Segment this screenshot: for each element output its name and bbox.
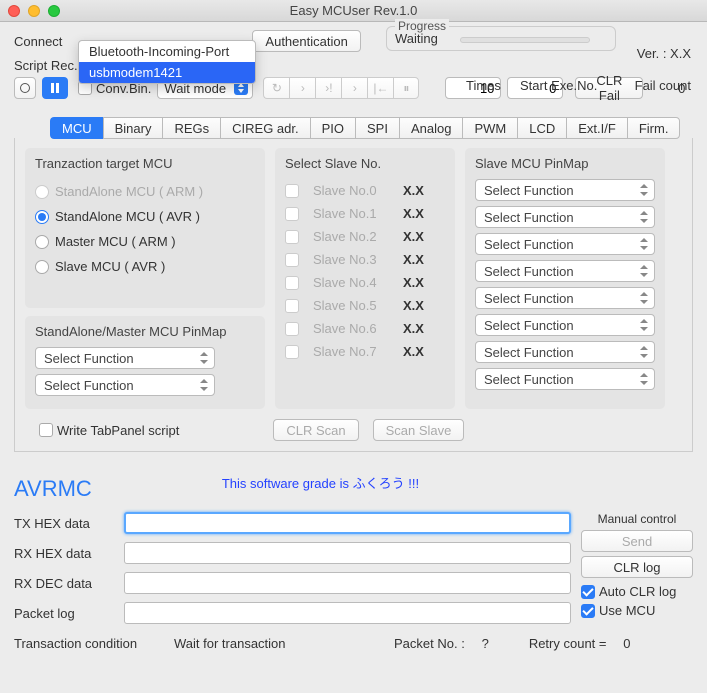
- titlebar: Easy MCUser Rev.1.0: [0, 0, 707, 22]
- pktno-value: ?: [465, 636, 489, 651]
- slave-row-3: Slave No.3X.X: [285, 248, 445, 271]
- skip-icon[interactable]: ›!: [315, 77, 341, 99]
- pause-button[interactable]: [42, 77, 68, 99]
- slave-pinmap-1[interactable]: Select Function: [475, 179, 655, 201]
- radio-standalone-avr[interactable]: StandAlone MCU ( AVR ): [35, 204, 255, 229]
- slave-title: Select Slave No.: [285, 156, 445, 171]
- close-icon[interactable]: [8, 5, 20, 17]
- tab-bar: MCU Binary REGs CIREG adr. PIO SPI Analo…: [14, 117, 693, 139]
- slave-pinmap-7[interactable]: Select Function: [475, 341, 655, 363]
- rewind-icon[interactable]: |←: [367, 77, 393, 99]
- mcu-panel: Tranzaction target MCU StandAlone MCU ( …: [14, 138, 693, 452]
- zoom-icon[interactable]: [48, 5, 60, 17]
- tab-pio[interactable]: PIO: [310, 117, 355, 139]
- write-tabpanel-checkbox[interactable]: Write TabPanel script: [39, 423, 179, 438]
- scan-slave-button[interactable]: Scan Slave: [373, 419, 465, 441]
- failcount-label: Fail count: [635, 78, 691, 93]
- pktlog-input[interactable]: [124, 602, 571, 624]
- progress-status: Waiting: [395, 31, 438, 46]
- clr-scan-button[interactable]: CLR Scan: [273, 419, 358, 441]
- end-icon[interactable]: ›: [341, 77, 367, 99]
- send-button[interactable]: Send: [581, 530, 693, 552]
- retry-value: 0: [607, 636, 631, 651]
- slave-row-1: Slave No.1X.X: [285, 202, 445, 225]
- slave-pinmap-3[interactable]: Select Function: [475, 233, 655, 255]
- rxhex-label: RX HEX data: [14, 546, 124, 561]
- tab-lcd[interactable]: LCD: [517, 117, 566, 139]
- tab-analog[interactable]: Analog: [399, 117, 462, 139]
- pktlog-label: Packet log: [14, 606, 124, 621]
- reload-icon[interactable]: ↻: [263, 77, 289, 99]
- waitfor-label: Wait for transaction: [174, 636, 394, 651]
- startexe-label: Start Exe.No.: [520, 78, 597, 93]
- slave-row-7: Slave No.7X.X: [285, 340, 445, 363]
- slave-pinmap-8[interactable]: Select Function: [475, 368, 655, 390]
- authentication-button[interactable]: Authentication: [252, 30, 360, 52]
- avrmc-label: AVRMC: [14, 476, 92, 502]
- slavepin-title: Slave MCU PinMap: [475, 156, 655, 171]
- port-dropdown[interactable]: Bluetooth-Incoming-Port usbmodem1421: [78, 40, 256, 84]
- port-option-usbmodem[interactable]: usbmodem1421: [79, 62, 255, 83]
- radio-slave-avr[interactable]: Slave MCU ( AVR ): [35, 254, 255, 279]
- radio-master-arm[interactable]: Master MCU ( ARM ): [35, 229, 255, 254]
- window-title: Easy MCUser Rev.1.0: [290, 3, 418, 18]
- times-label: Times: [466, 78, 501, 93]
- clr-log-button[interactable]: CLR log: [581, 556, 693, 578]
- autoclr-checkbox[interactable]: Auto CLR log: [581, 584, 693, 599]
- slave-pinmap-5[interactable]: Select Function: [475, 287, 655, 309]
- grade-label: This software grade is ふくろう !!!: [222, 473, 419, 492]
- transcond-label: Transaction condition: [14, 636, 174, 651]
- manual-title: Manual control: [581, 512, 693, 526]
- slave-pinmap-6[interactable]: Select Function: [475, 314, 655, 336]
- master-pinmap-select-1[interactable]: Select Function: [35, 347, 215, 369]
- tab-regs[interactable]: REGs: [162, 117, 220, 139]
- progress-label: Progress: [395, 19, 449, 33]
- progress-group: Progress Waiting: [386, 26, 616, 51]
- rxdec-label: RX DEC data: [14, 576, 124, 591]
- tab-firm[interactable]: Firm.: [627, 117, 681, 139]
- version-label: Ver. : X.X: [637, 46, 691, 61]
- txhex-label: TX HEX data: [14, 516, 124, 531]
- txhex-input[interactable]: [124, 512, 571, 534]
- slave-row-2: Slave No.2X.X: [285, 225, 445, 248]
- tab-cireg[interactable]: CIREG adr.: [220, 117, 309, 139]
- radio-standalone-arm: StandAlone MCU ( ARM ): [35, 179, 255, 204]
- rxdec-input[interactable]: [124, 572, 571, 594]
- tab-binary[interactable]: Binary: [103, 117, 163, 139]
- rxhex-input[interactable]: [124, 542, 571, 564]
- slave-row-4: Slave No.4X.X: [285, 271, 445, 294]
- minimize-icon[interactable]: [28, 5, 40, 17]
- slave-row-5: Slave No.5X.X: [285, 294, 445, 317]
- slave-pinmap-2[interactable]: Select Function: [475, 206, 655, 228]
- tab-pwm[interactable]: PWM: [462, 117, 517, 139]
- slave-row-0: Slave No.0X.X: [285, 179, 445, 202]
- target-title: Tranzaction target MCU: [35, 156, 255, 171]
- record-button[interactable]: [14, 77, 36, 99]
- pause2-icon[interactable]: ⏸: [393, 77, 419, 99]
- pinmap-title: StandAlone/Master MCU PinMap: [35, 324, 255, 339]
- slave-row-6: Slave No.6X.X: [285, 317, 445, 340]
- retry-label: Retry count =: [529, 636, 607, 651]
- master-pinmap-select-2[interactable]: Select Function: [35, 374, 215, 396]
- next-icon[interactable]: ›: [289, 77, 315, 99]
- circle-icon: [20, 83, 30, 93]
- pktno-label: Packet No. :: [394, 636, 465, 651]
- slave-pinmap-4[interactable]: Select Function: [475, 260, 655, 282]
- progress-bar: [460, 37, 590, 43]
- usemcu-checkbox[interactable]: Use MCU: [581, 603, 693, 618]
- tab-extif[interactable]: Ext.I/F: [566, 117, 627, 139]
- tab-spi[interactable]: SPI: [355, 117, 399, 139]
- connect-label: Connect: [14, 34, 62, 49]
- tab-mcu[interactable]: MCU: [50, 117, 103, 139]
- port-option-bluetooth[interactable]: Bluetooth-Incoming-Port: [79, 41, 255, 62]
